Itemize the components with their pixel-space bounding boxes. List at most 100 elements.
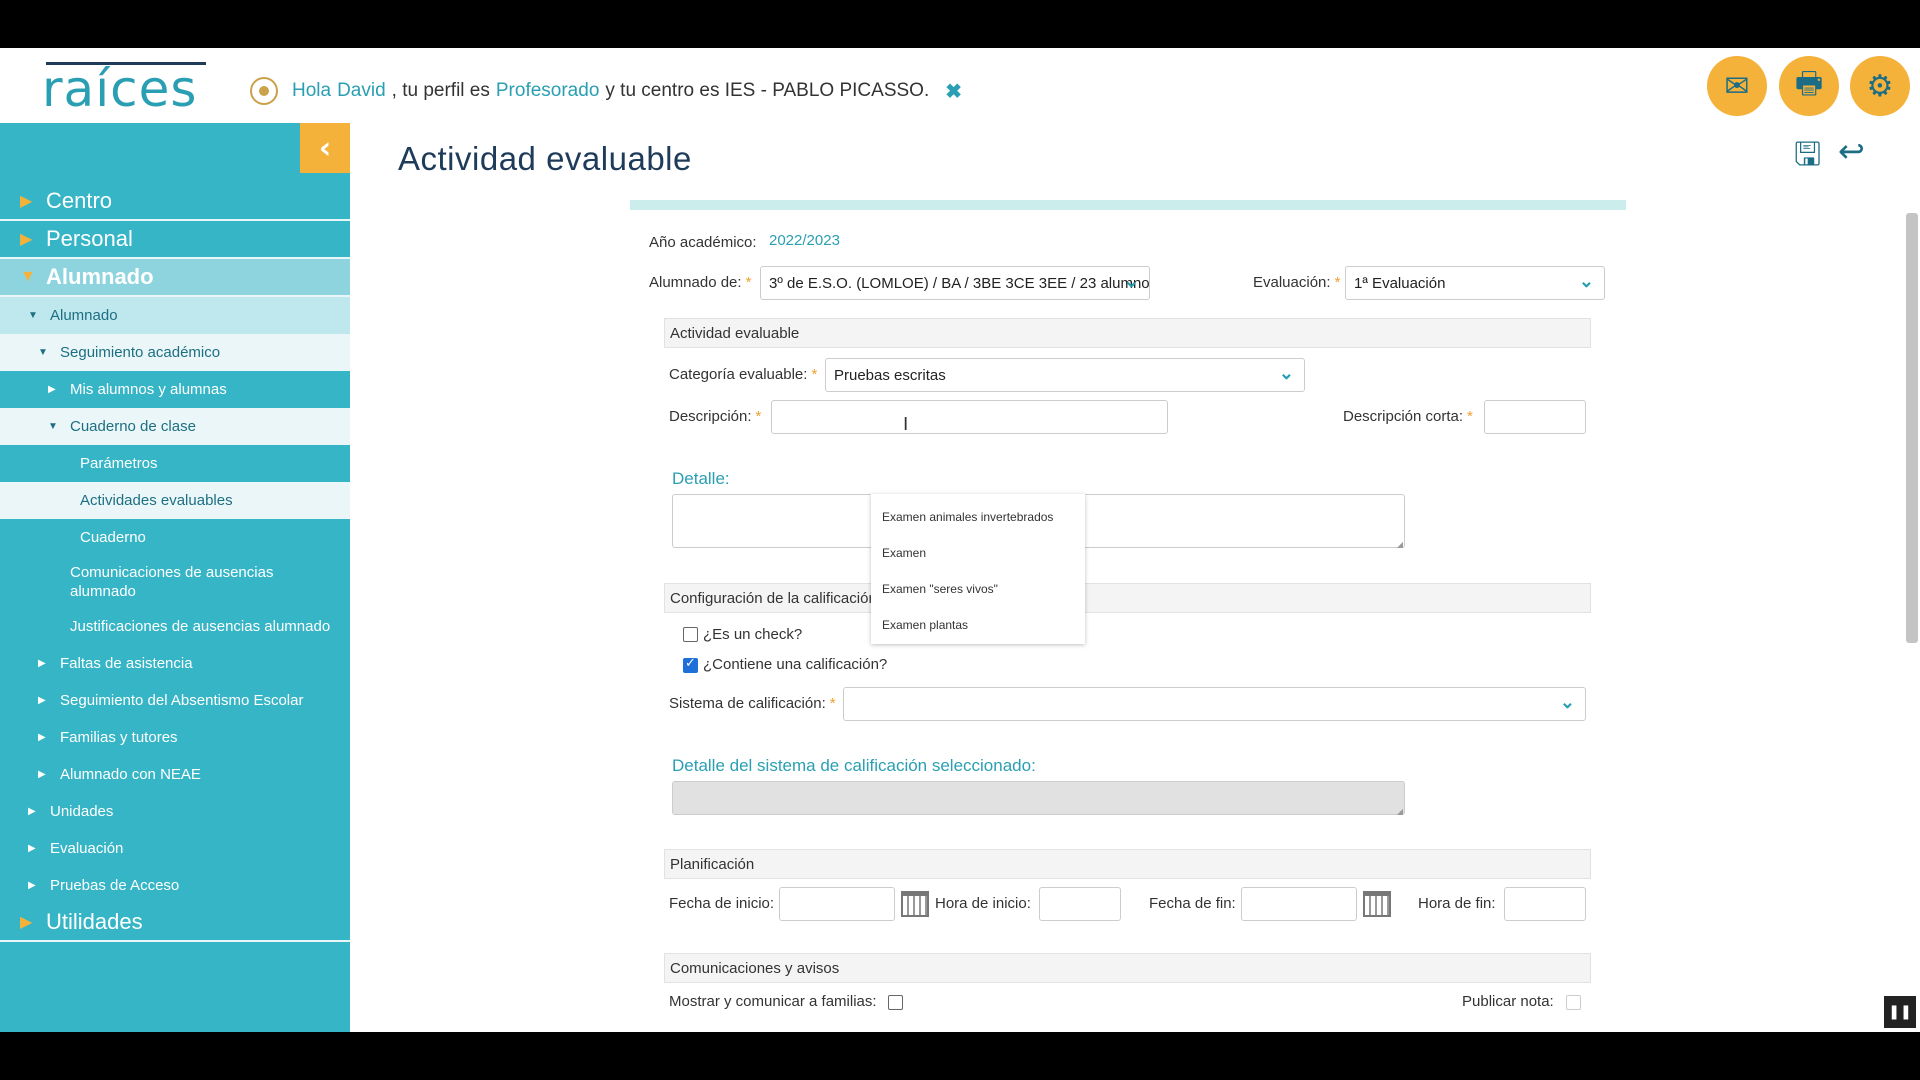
fecha-fin-input[interactable] — [1241, 887, 1357, 921]
greeting-user: David — [337, 80, 386, 101]
sidebar-item-alumnado-sub[interactable]: ▼ Alumnado — [0, 297, 350, 334]
sidebar-item-absentismo[interactable]: ▶ Seguimiento del Absentismo Escolar — [0, 682, 350, 719]
triangle-right-icon: ▶ — [48, 384, 56, 395]
top-bar: raíces Hola David , tu perfil es Profeso… — [0, 48, 1920, 123]
sidebar-item-unidades[interactable]: ▶ Unidades — [0, 793, 350, 830]
anio-academico-label: Año académico: — [649, 234, 757, 251]
sistema-calificacion-select[interactable]: ⌄ — [843, 687, 1586, 721]
triangle-down-icon: ▼ — [28, 310, 38, 321]
sidebar-item-mis-alumnos[interactable]: ▶ Mis alumnos y alumnas — [0, 371, 350, 408]
app-window: raíces Hola David , tu perfil es Profeso… — [0, 48, 1920, 1032]
triangle-right-icon: ▶ — [20, 193, 33, 210]
es-un-check-checkbox[interactable] — [683, 627, 698, 642]
triangle-right-icon: ▶ — [38, 732, 46, 743]
pause-icon[interactable]: ❚❚ — [1884, 996, 1916, 1028]
sidebar-item-faltas-asistencia[interactable]: ▶ Faltas de asistencia — [0, 645, 350, 682]
section-configuracion-calificacion: Configuración de la calificación — [664, 583, 1591, 613]
sidebar-item-evaluacion[interactable]: ▶ Evaluación — [0, 830, 350, 867]
evaluacion-label: Evaluación: * — [1253, 274, 1341, 291]
triangle-down-icon: ▼ — [38, 347, 48, 358]
alumnado-de-label: Alumnado de: * — [649, 274, 752, 291]
section-comunicaciones-avisos: Comunicaciones y avisos — [664, 953, 1591, 983]
contiene-calificacion-label: ¿Contiene una calificación? — [703, 656, 888, 673]
alumnado-de-select[interactable]: 3º de E.S.O. (LOMLOE) / BA / 3BE 3CE 3EE… — [760, 266, 1150, 300]
descripcion-corta-label: Descripción corta: * — [1343, 408, 1473, 425]
sidebar-item-cuaderno[interactable]: Cuaderno — [0, 519, 350, 556]
descripcion-autocomplete-list: Examen animales invertebrados Examen Exa… — [871, 494, 1085, 644]
fecha-fin-label: Fecha de fin: — [1149, 895, 1236, 912]
mostrar-familias-label: Mostrar y comunicar a familias: — [669, 993, 877, 1010]
triangle-down-icon: ▼ — [20, 268, 36, 285]
sidebar-item-cuaderno-de-clase[interactable]: ▼ Cuaderno de clase — [0, 408, 350, 445]
sidebar-item-utilidades[interactable]: ▶ Utilidades — [0, 904, 350, 942]
triangle-down-icon: ▼ — [48, 421, 58, 432]
triangle-right-icon: ▶ — [20, 914, 33, 931]
triangle-right-icon: ▶ — [38, 769, 46, 780]
triangle-right-icon: ▶ — [28, 806, 36, 817]
categoria-label: Categoría evaluable: * — [669, 366, 818, 383]
sidebar-item-familias-tutores[interactable]: ▶ Familias y tutores — [0, 719, 350, 756]
fecha-inicio-label: Fecha de inicio: — [669, 895, 775, 912]
sidebar-item-parametros[interactable]: Parámetros — [0, 445, 350, 482]
sidebar-nav: ▶ Centro ▶ Personal ▼ Alumnado ▼ Alumnado ▼ S… — [0, 183, 350, 942]
hora-fin-input[interactable] — [1504, 887, 1586, 921]
sidebar-item-centro[interactable]: ▶ Centro — [0, 183, 350, 221]
publicar-nota-label: Publicar nota: — [1462, 993, 1554, 1010]
page-title: Actividad evaluable — [398, 140, 692, 177]
chevron-down-icon: ⌄ — [1559, 692, 1575, 712]
hora-inicio-input[interactable] — [1039, 887, 1121, 921]
detalle-sistema-textarea — [672, 781, 1405, 816]
sidebar-item-alumnado[interactable]: ▼ Alumnado — [0, 259, 350, 297]
collapse-sidebar-button[interactable]: ‹ — [300, 123, 350, 173]
sidebar-item-justificaciones-ausencias[interactable]: Justificaciones de ausencias alumnado — [0, 608, 350, 645]
categoria-select[interactable]: Pruebas escritas ⌄ — [825, 358, 1305, 392]
hora-fin-label: Hora de fin: — [1418, 895, 1496, 912]
back-icon[interactable]: ↩ — [1838, 132, 1865, 170]
publicar-nota-checkbox[interactable] — [1566, 995, 1581, 1010]
raices-logo[interactable]: raíces — [42, 54, 207, 114]
descripcion-corta-input[interactable] — [1484, 400, 1586, 434]
settings-icon[interactable]: ⚙ — [1850, 56, 1910, 116]
calendar-icon[interactable] — [1363, 891, 1391, 917]
hora-inicio-label: Hora de inicio: — [935, 895, 1031, 912]
autocomplete-item[interactable]: Examen "seres vivos" — [871, 572, 1085, 608]
sidebar-item-pruebas-acceso[interactable]: ▶ Pruebas de Acceso — [0, 867, 350, 904]
section-actividad-evaluable: Actividad evaluable — [664, 318, 1591, 348]
sidebar-item-comunicaciones-ausencias[interactable]: Comunicaciones de ausencias alumnado — [0, 556, 350, 608]
autocomplete-item[interactable]: Examen animales invertebrados — [871, 500, 1085, 536]
mail-icon[interactable]: ✉ — [1707, 56, 1767, 116]
detalle-label: Detalle: — [672, 469, 730, 488]
mostrar-familias-checkbox[interactable] — [888, 995, 903, 1010]
descripcion-label: Descripción: * — [669, 408, 762, 425]
save-icon[interactable]: 🖫 — [1794, 132, 1821, 186]
text-cursor-icon: I — [903, 414, 909, 435]
autocomplete-item[interactable]: Examen — [871, 536, 1085, 572]
autocomplete-item[interactable]: Examen plantas — [871, 608, 1085, 644]
sistema-calificacion-label: Sistema de calificación: * — [669, 695, 836, 712]
detalle-sistema-label: Detalle del sistema de calificación sele… — [672, 756, 1036, 775]
sidebar-item-seguimiento-academico[interactable]: ▼ Seguimiento académico — [0, 334, 350, 371]
sidebar-item-personal[interactable]: ▶ Personal — [0, 221, 350, 259]
triangle-right-icon: ▶ — [38, 695, 46, 706]
triangle-right-icon: ▶ — [38, 658, 46, 669]
descripcion-input[interactable] — [771, 400, 1168, 434]
chevron-down-icon: ⌄ — [1123, 271, 1139, 291]
fecha-inicio-input[interactable] — [779, 887, 895, 921]
contiene-calificacion-checkbox[interactable] — [683, 656, 698, 673]
greeting-tail: y tu centro es IES - PABLO PICASSO. — [605, 80, 930, 101]
chevron-down-icon: ⌄ — [1578, 271, 1594, 291]
greeting: Hola David , tu perfil es Profesorado y … — [250, 77, 962, 105]
greeting-mid: , tu perfil es — [391, 80, 490, 101]
es-un-check-label: ¿Es un check? — [703, 626, 803, 643]
sidebar-item-neae[interactable]: ▶ Alumnado con NEAE — [0, 756, 350, 793]
evaluacion-select[interactable]: 1ª Evaluación ⌄ — [1345, 266, 1605, 300]
greeting-profile[interactable]: Profesorado — [496, 80, 600, 102]
form-progress-bar — [630, 200, 1626, 210]
change-profile-icon[interactable]: ✖ — [945, 79, 962, 104]
document-icon[interactable]: 🖶 — [1779, 56, 1839, 116]
chevron-down-icon: ⌄ — [1278, 363, 1294, 383]
sidebar-item-actividades-evaluables[interactable]: Actividades evaluables — [0, 482, 350, 519]
triangle-right-icon: ▶ — [28, 843, 36, 854]
scrollbar-thumb[interactable] — [1906, 213, 1918, 643]
calendar-icon[interactable] — [901, 891, 929, 917]
